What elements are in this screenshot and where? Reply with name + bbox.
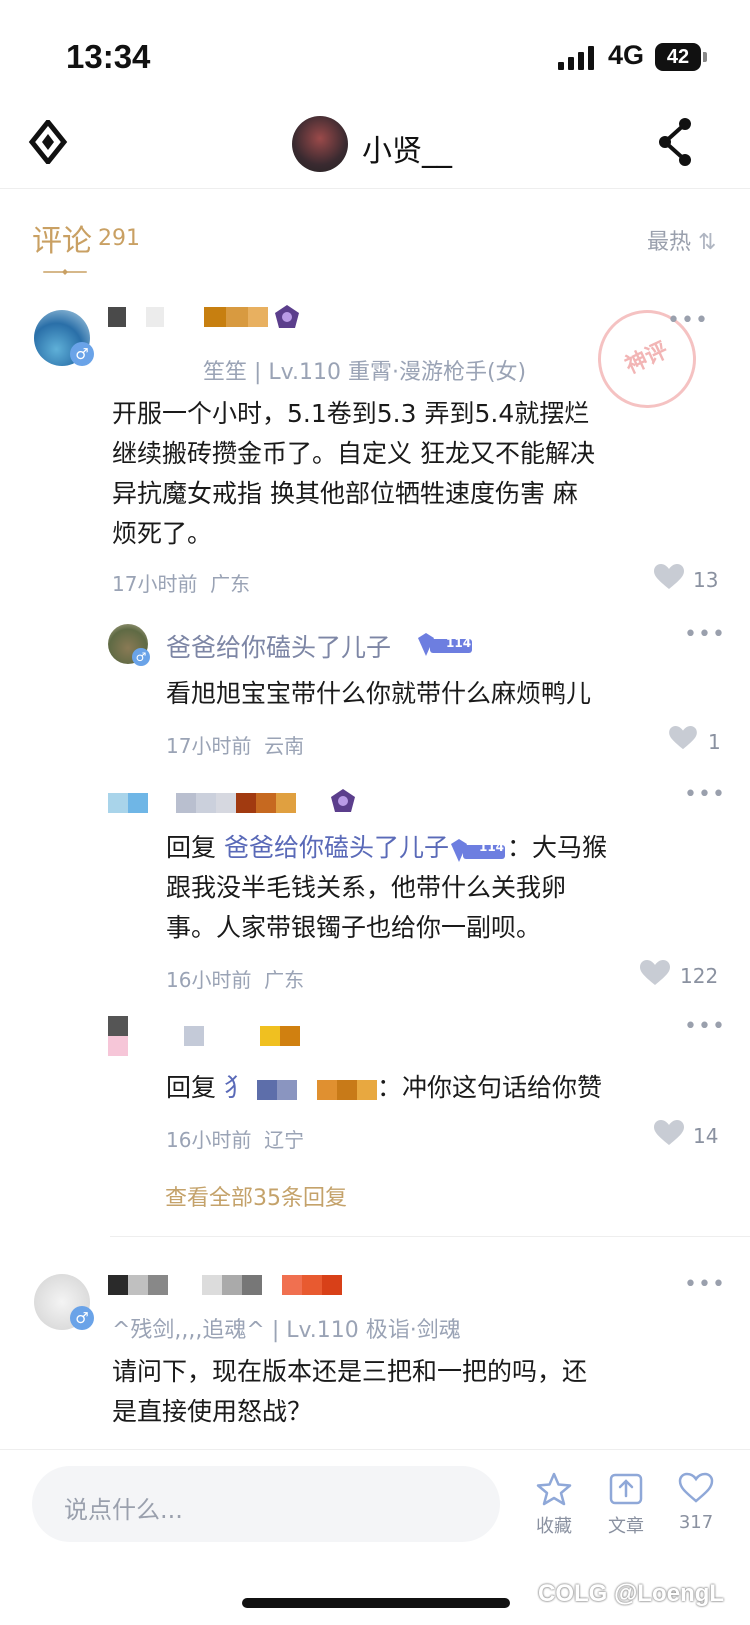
like-button[interactable] xyxy=(654,1120,684,1150)
comment-body: 开服一个小时，5.1卷到5.3 弄到5.4就摆烂 继续搬砖攒金币了。自定义 狂龙… xyxy=(112,394,595,554)
time-text: 17小时前 xyxy=(112,572,198,596)
reply-time: 16小时前 辽宁 xyxy=(166,1124,304,1153)
comment-line: 请问下，现在版本还是三把和一把的吗，还 xyxy=(112,1357,588,1386)
home-indicator xyxy=(242,1598,510,1608)
comment-line: 继续搬砖攒金币了。自定义 狂龙又不能解决 xyxy=(112,439,595,468)
comment-input-placeholder: 说点什么... xyxy=(64,1496,183,1524)
reply-to-obscured xyxy=(256,1069,377,1109)
level-badge: 114 xyxy=(416,632,474,662)
status-time: 13:34 xyxy=(66,38,151,75)
reply-body: 看旭旭宝宝带什么你就带什么麻烦鸭儿 xyxy=(166,679,592,708)
like-count: 14 xyxy=(693,1124,719,1148)
commenter-meta: ^残剑,,,,追魂^ | Lv.110 极诣·剑魂 xyxy=(112,1318,461,1343)
comments-count: 291 xyxy=(98,226,140,251)
heart-icon xyxy=(654,1120,684,1145)
battery-icon: 42 xyxy=(655,43,701,71)
gender-male-icon: ♂ xyxy=(70,1306,94,1330)
reply-text-tail: ：冲你这句话给你赞 xyxy=(376,1073,602,1102)
reply-first-line: 回复 爸爸给你磕头了儿子 114 ：大马猴 xyxy=(166,828,607,868)
more-options-icon[interactable]: ••• xyxy=(667,308,709,333)
reply-author-obscured xyxy=(108,792,296,813)
reply-body: 回复 犭 ：冲你这句话给你赞 xyxy=(166,1068,602,1109)
heart-icon xyxy=(640,960,670,985)
favorite-label: 收藏 xyxy=(536,1516,572,1537)
reply-line: 跟我没半毛钱关系，他带什么关我卵 xyxy=(166,873,567,902)
sort-label: 最热 xyxy=(647,230,692,255)
comment-body: 请问下，现在版本还是三把和一把的吗，还 是直接使用怒战？ xyxy=(112,1352,587,1432)
favorite-button[interactable] xyxy=(536,1472,572,1510)
reply-prefix: 回复 xyxy=(166,1073,217,1102)
rank-badge-icon xyxy=(275,305,299,328)
level-number: 114 xyxy=(446,636,472,650)
time-text: 17小时前 xyxy=(166,734,252,758)
region-text: 云南 xyxy=(264,734,305,758)
comment-divider xyxy=(110,1236,750,1237)
like-button[interactable] xyxy=(640,960,670,990)
view-all-replies-link[interactable]: 查看全部35条回复 xyxy=(165,1180,347,1212)
heart-icon xyxy=(654,564,684,589)
reply-prefix: 回复 xyxy=(166,833,217,862)
like-post-button[interactable] xyxy=(678,1472,714,1508)
comment-time: 17小时前 广东 xyxy=(112,568,250,597)
reply-body: 回复 爸爸给你磕头了儿子 114 ：大马猴 跟我没半毛钱关系，他带什么关我卵 事… xyxy=(166,828,607,948)
article-share-button[interactable] xyxy=(608,1472,644,1510)
commenter-meta: 笙笙 | Lv.110 重霄·漫游枪手(女) xyxy=(203,360,527,385)
post-like-count: 317 xyxy=(678,1512,714,1533)
heart-icon xyxy=(669,726,697,750)
time-text: 16小时前 xyxy=(166,1128,252,1152)
comment-line: 烦死了。 xyxy=(112,519,213,548)
reply-to-name[interactable]: 爸爸给你磕头了儿子 xyxy=(224,833,449,862)
reply-time: 16小时前 广东 xyxy=(166,964,304,993)
region-text: 辽宁 xyxy=(264,1128,305,1152)
sort-button[interactable]: 最热 ⇅ xyxy=(647,224,716,256)
heart-outline-icon xyxy=(678,1472,714,1503)
like-count: 122 xyxy=(680,964,719,988)
region-text: 广东 xyxy=(210,572,251,596)
comment-line: 异抗魔女戒指 换其他部位牺牲速度伤害 麻 xyxy=(112,479,578,508)
sort-icon: ⇅ xyxy=(698,230,717,255)
more-options-icon[interactable]: ••• xyxy=(684,622,726,647)
commenter-name-obscured xyxy=(108,1274,342,1295)
signal-icon xyxy=(558,46,594,70)
region-text: 广东 xyxy=(264,968,305,992)
article-label: 文章 xyxy=(608,1516,644,1537)
comment-line: 是直接使用怒战？ xyxy=(112,1397,313,1426)
battery-cap xyxy=(703,52,707,62)
more-options-icon[interactable]: ••• xyxy=(684,1272,726,1297)
star-icon xyxy=(536,1472,572,1506)
app-logo-icon[interactable] xyxy=(28,120,68,164)
comments-label: 评论 xyxy=(32,224,92,259)
reply-author-name[interactable]: 爸爸给你磕头了儿子 xyxy=(166,628,391,664)
like-button[interactable] xyxy=(669,726,697,754)
like-count: 1 xyxy=(708,730,721,754)
more-options-icon[interactable]: ••• xyxy=(684,782,726,807)
reply-time: 17小时前 云南 xyxy=(166,730,304,759)
network-type: 4G xyxy=(608,40,645,70)
watermark: COLG @LoengL xyxy=(538,1580,725,1607)
level-number: 114 xyxy=(478,840,505,854)
gender-male-icon: ♂ xyxy=(70,342,94,366)
comment-line: 开服一个小时，5.1卷到5.3 弄到5.4就摆烂 xyxy=(112,399,590,428)
author-name[interactable]: 小贤__ xyxy=(362,126,452,170)
more-options-icon[interactable]: ••• xyxy=(684,1014,726,1039)
upload-icon xyxy=(609,1473,643,1505)
reply-line: 事。人家带银镯子也给你一副呗。 xyxy=(166,913,542,942)
reply-author-obscured xyxy=(108,1016,300,1056)
tab-underline xyxy=(43,269,87,275)
time-text: 16小时前 xyxy=(166,968,252,992)
like-button[interactable] xyxy=(654,564,684,594)
commenter-name-obscured xyxy=(108,306,268,327)
like-count: 13 xyxy=(693,568,719,592)
reply-to-fragment[interactable]: 犭 xyxy=(224,1073,249,1102)
rank-badge-icon xyxy=(331,789,355,812)
reply-text-tail: ：大马猴 xyxy=(506,833,607,862)
gender-male-icon: ♂ xyxy=(132,648,150,666)
author-avatar[interactable] xyxy=(292,116,348,172)
share-icon[interactable] xyxy=(655,116,695,168)
level-badge: 114 xyxy=(449,836,507,862)
